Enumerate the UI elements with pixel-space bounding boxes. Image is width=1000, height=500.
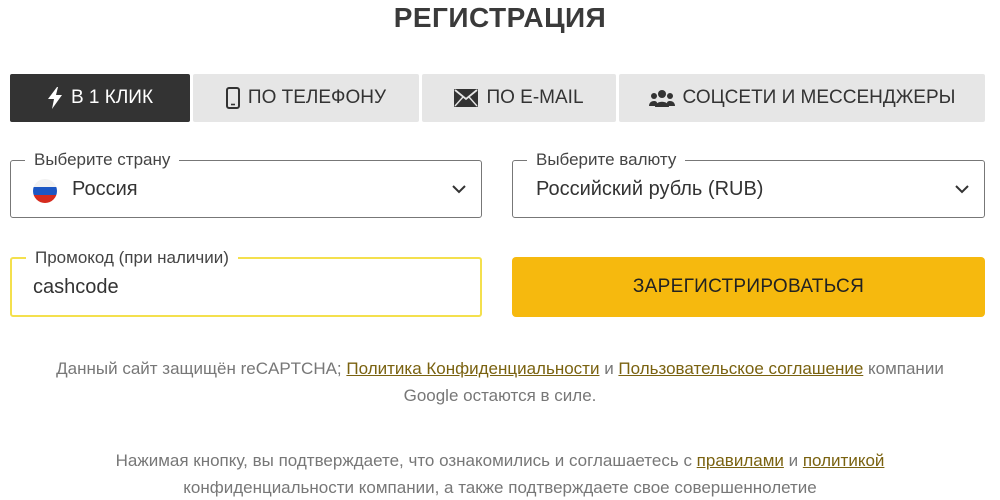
recaptcha-text: Данный сайт защищён reCAPTCHA; [56, 359, 347, 378]
consent-line-1: Нажимая кнопку, вы подтверждаете, что оз… [0, 447, 1000, 474]
promo-code-field[interactable]: Промокод (при наличии) cashcode [10, 248, 482, 317]
tab-one-click[interactable]: В 1 КЛИК [10, 74, 190, 122]
currency-select[interactable]: Выберите валюту Российский рубль (RUB) [512, 150, 985, 218]
chevron-down-icon [451, 181, 467, 197]
consent-text: Нажимая кнопку, вы подтверждаете, что оз… [115, 451, 697, 470]
tab-email[interactable]: ПО E-MAIL [422, 74, 616, 122]
registration-tabs: В 1 КЛИК ПО ТЕЛЕФОНУ ПО E-MAIL СОЦСЕТИ И [10, 74, 985, 122]
tab-label: ПО ТЕЛЕФОНУ [247, 87, 387, 108]
tab-phone[interactable]: ПО ТЕЛЕФОНУ [193, 74, 419, 122]
conjunction-text: и [599, 359, 619, 378]
tab-social[interactable]: СОЦСЕТИ И МЕССЕНДЖЕРЫ [619, 74, 985, 122]
country-select[interactable]: Выберите страну Россия [10, 150, 482, 218]
phone-icon [225, 87, 240, 109]
recaptcha-text-end: компании [863, 359, 944, 378]
register-button[interactable]: ЗАРЕГИСТРИРОВАТЬСЯ [512, 257, 985, 317]
privacy-policy-link[interactable]: Политика Конфиденциальности [346, 359, 599, 378]
consent-notice: Нажимая кнопку, вы подтверждаете, что оз… [0, 447, 1000, 500]
recaptcha-notice: Данный сайт защищён reCAPTCHA; Политика … [0, 355, 1000, 409]
currency-label: Выберите валюту [527, 150, 686, 170]
tab-label: ПО E-MAIL [486, 87, 584, 108]
promo-code-value[interactable]: cashcode [33, 276, 119, 299]
privacy-link[interactable]: политикой [803, 451, 885, 470]
tab-label: СОЦСЕТИ И МЕССЕНДЖЕРЫ [682, 87, 956, 108]
recaptcha-line-2: Google остаются в силе. [403, 386, 597, 405]
consent-line-2: конфиденциальности компании, а также под… [183, 478, 817, 497]
terms-link[interactable]: Пользовательское соглашение [618, 359, 863, 378]
russia-flag-icon [33, 179, 57, 203]
currency-value: Российский рубль (RUB) [536, 178, 764, 200]
country-label: Выберите страну [25, 150, 180, 170]
page-title: РЕГИСТРАЦИЯ [393, 2, 607, 33]
chevron-down-icon [954, 181, 970, 197]
users-icon [648, 88, 675, 108]
promo-code-label: Промокод (при наличии) [26, 248, 238, 268]
envelope-icon [454, 89, 479, 107]
recaptcha-line-1: Данный сайт защищён reCAPTCHA; Политика … [0, 355, 1000, 382]
conjunction-text: и [783, 451, 803, 470]
tab-label: В 1 КЛИК [70, 87, 154, 108]
rules-link[interactable]: правилами [697, 451, 784, 470]
lightning-icon [47, 87, 63, 109]
country-value: Россия [72, 178, 138, 200]
registration-page: РЕГИСТРАЦИЯ В 1 КЛИК ПО ТЕЛЕФОНУ ПО E-MA… [0, 0, 1000, 500]
